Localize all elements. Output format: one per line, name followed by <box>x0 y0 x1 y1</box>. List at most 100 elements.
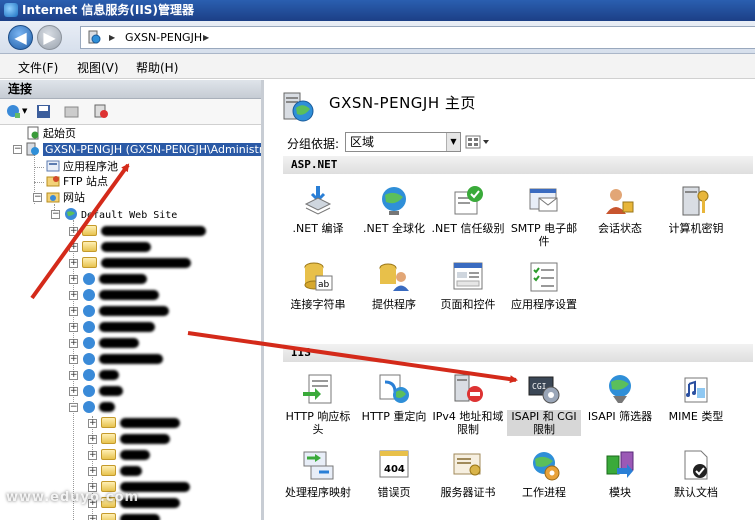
svg-text:404: 404 <box>384 464 405 475</box>
tree-ftp-sites[interactable]: FTP 站点 <box>46 174 108 190</box>
tree-expand[interactable]: + <box>88 515 97 520</box>
feature-net-globalization[interactable]: .NET 全球化 <box>357 184 431 235</box>
tree-child-item[interactable] <box>101 464 142 480</box>
save-icon[interactable] <box>36 104 51 119</box>
feature-isapi-filters[interactable]: ISAPI 筛选器 <box>583 372 657 423</box>
tree-expand[interactable]: + <box>88 435 97 444</box>
feature-mime-types[interactable]: MIME 类型 <box>659 372 733 423</box>
forward-button[interactable]: ▶ <box>37 25 62 50</box>
chevron-down-icon[interactable]: ▼ <box>446 133 460 151</box>
feature-label: 会话状态 <box>598 222 642 235</box>
tree-default-site-collapse[interactable]: − <box>51 210 60 219</box>
menu-help[interactable]: 帮助(H) <box>136 59 178 76</box>
tree-expand[interactable]: + <box>69 355 78 364</box>
response-headers-icon <box>303 374 332 404</box>
feature-error-pages[interactable]: 404 错误页 <box>357 448 431 499</box>
tree-default-site-label: Default Web Site <box>81 210 178 221</box>
tree-collapse[interactable]: − <box>69 403 78 412</box>
tree-child-item[interactable] <box>101 512 160 520</box>
tree-child-item[interactable] <box>82 240 151 256</box>
feature-providers[interactable]: 提供程序 <box>357 260 431 311</box>
breadcrumb-arrow-icon[interactable]: ▶ <box>109 27 115 48</box>
ip-restrictions-icon <box>454 374 483 402</box>
breadcrumb[interactable]: ▶ GXSN-PENGJH ▶ <box>80 26 755 49</box>
up-level-icon[interactable] <box>64 104 79 119</box>
tree-child-item[interactable] <box>82 352 163 368</box>
tree-expand[interactable]: + <box>69 259 78 268</box>
tree-expand[interactable]: + <box>69 371 78 380</box>
connect-icon[interactable] <box>6 104 21 119</box>
tree-expand[interactable]: + <box>69 291 78 300</box>
tree-child-item[interactable] <box>82 272 147 288</box>
feature-default-document[interactable]: 默认文档 <box>659 448 733 499</box>
tree-child-item[interactable] <box>82 336 139 352</box>
connections-header: 连接 <box>0 80 261 99</box>
group-by-select[interactable]: 区域 ▼ <box>345 132 461 152</box>
tree-default-site[interactable]: Default Web Site <box>64 207 177 223</box>
feature-net-compilation[interactable]: .NET 编译 <box>281 184 355 235</box>
tree-app-pools[interactable]: 应用程序池 <box>46 159 118 175</box>
tree-child-item[interactable] <box>82 320 155 336</box>
tree-expand[interactable]: + <box>88 451 97 460</box>
tree-expand[interactable]: + <box>69 243 78 252</box>
breadcrumb-arrow-icon[interactable]: ▶ <box>203 27 209 48</box>
feature-session-state[interactable]: 会话状态 <box>583 184 657 235</box>
feature-label: .NET 全球化 <box>363 222 425 235</box>
feature-app-settings[interactable]: 应用程序设置 <box>507 260 581 311</box>
group-by-label: 分组依据: <box>287 137 340 151</box>
delete-connection-icon[interactable] <box>94 104 109 119</box>
pages-controls-icon <box>453 262 483 290</box>
breadcrumb-server[interactable]: GXSN-PENGJH <box>125 27 202 48</box>
chevron-down-icon[interactable]: ▼ <box>22 107 27 115</box>
feature-machine-key[interactable]: 计算机密钥 <box>659 184 733 235</box>
tree-sites-collapse[interactable]: − <box>33 193 42 202</box>
feature-worker-processes[interactable]: 工作进程 <box>507 448 581 499</box>
window-titlebar: Internet 信息服务(IIS)管理器 <box>0 0 755 21</box>
tree-child-item[interactable] <box>82 368 119 384</box>
feature-label: HTTP 重定向 <box>361 410 427 423</box>
feature-pages-controls[interactable]: 页面和控件 <box>431 260 505 311</box>
feature-isapi-cgi-restrictions[interactable]: CGI ISAPI 和 CGI 限制 <box>507 372 581 436</box>
menu-file[interactable]: 文件(F) <box>18 59 58 76</box>
feature-http-redirect[interactable]: HTTP 重定向 <box>357 372 431 423</box>
back-button[interactable]: ◀ <box>8 25 33 50</box>
tree-expand[interactable]: + <box>88 467 97 476</box>
tree-expand[interactable]: + <box>69 323 78 332</box>
tree-child-item[interactable] <box>82 384 123 400</box>
tree-expand[interactable]: + <box>69 275 78 284</box>
tree-child-item[interactable] <box>82 256 191 272</box>
tree-expand[interactable]: + <box>69 387 78 396</box>
tree-app-pools-label: 应用程序池 <box>63 160 118 173</box>
tree-child-item[interactable] <box>82 224 206 240</box>
feature-handler-mappings[interactable]: 处理程序映射 <box>281 448 355 499</box>
feature-net-trust-levels[interactable]: .NET 信任级别 <box>431 184 505 235</box>
tree-server-label: GXSN-PENGJH (GXSN-PENGJH\Administra <box>43 143 261 156</box>
tree-expand[interactable]: + <box>69 307 78 316</box>
feature-connection-strings[interactable]: ab 连接字符串 <box>281 260 355 311</box>
tree-child-item[interactable] <box>101 448 150 464</box>
tree-expand[interactable]: + <box>69 227 78 236</box>
feature-http-response-headers[interactable]: HTTP 响应标头 <box>281 372 355 436</box>
feature-smtp-email[interactable]: SMTP 电子邮件 <box>507 184 581 248</box>
tree-server-collapse[interactable]: − <box>13 145 22 154</box>
section-iis[interactable]: IIS <box>283 344 753 362</box>
view-mode-icon[interactable] <box>465 134 491 150</box>
feature-ipv4-domain-restrictions[interactable]: IPv4 地址和域限制 <box>431 372 505 436</box>
feature-server-certificates[interactable]: 服务器证书 <box>431 448 505 499</box>
server-icon <box>88 30 101 44</box>
tree-server[interactable]: GXSN-PENGJH (GXSN-PENGJH\Administra <box>26 142 261 158</box>
tree-child-item[interactable] <box>101 432 170 448</box>
tree-child-item[interactable] <box>101 416 180 432</box>
tree-child-item[interactable] <box>82 400 115 416</box>
tree-expand[interactable]: + <box>69 339 78 348</box>
machine-key-icon <box>682 186 709 216</box>
section-aspnet[interactable]: ASP.NET <box>283 156 753 174</box>
tree-child-item[interactable] <box>82 304 169 320</box>
globe-icon <box>83 369 95 381</box>
feature-modules[interactable]: 模块 <box>583 448 657 499</box>
menu-view[interactable]: 视图(V) <box>77 59 119 76</box>
tree-sites[interactable]: 网站 <box>46 190 85 206</box>
tree-start-page[interactable]: 起始页 <box>26 126 76 142</box>
tree-expand[interactable]: + <box>88 419 97 428</box>
tree-child-item[interactable] <box>82 288 159 304</box>
